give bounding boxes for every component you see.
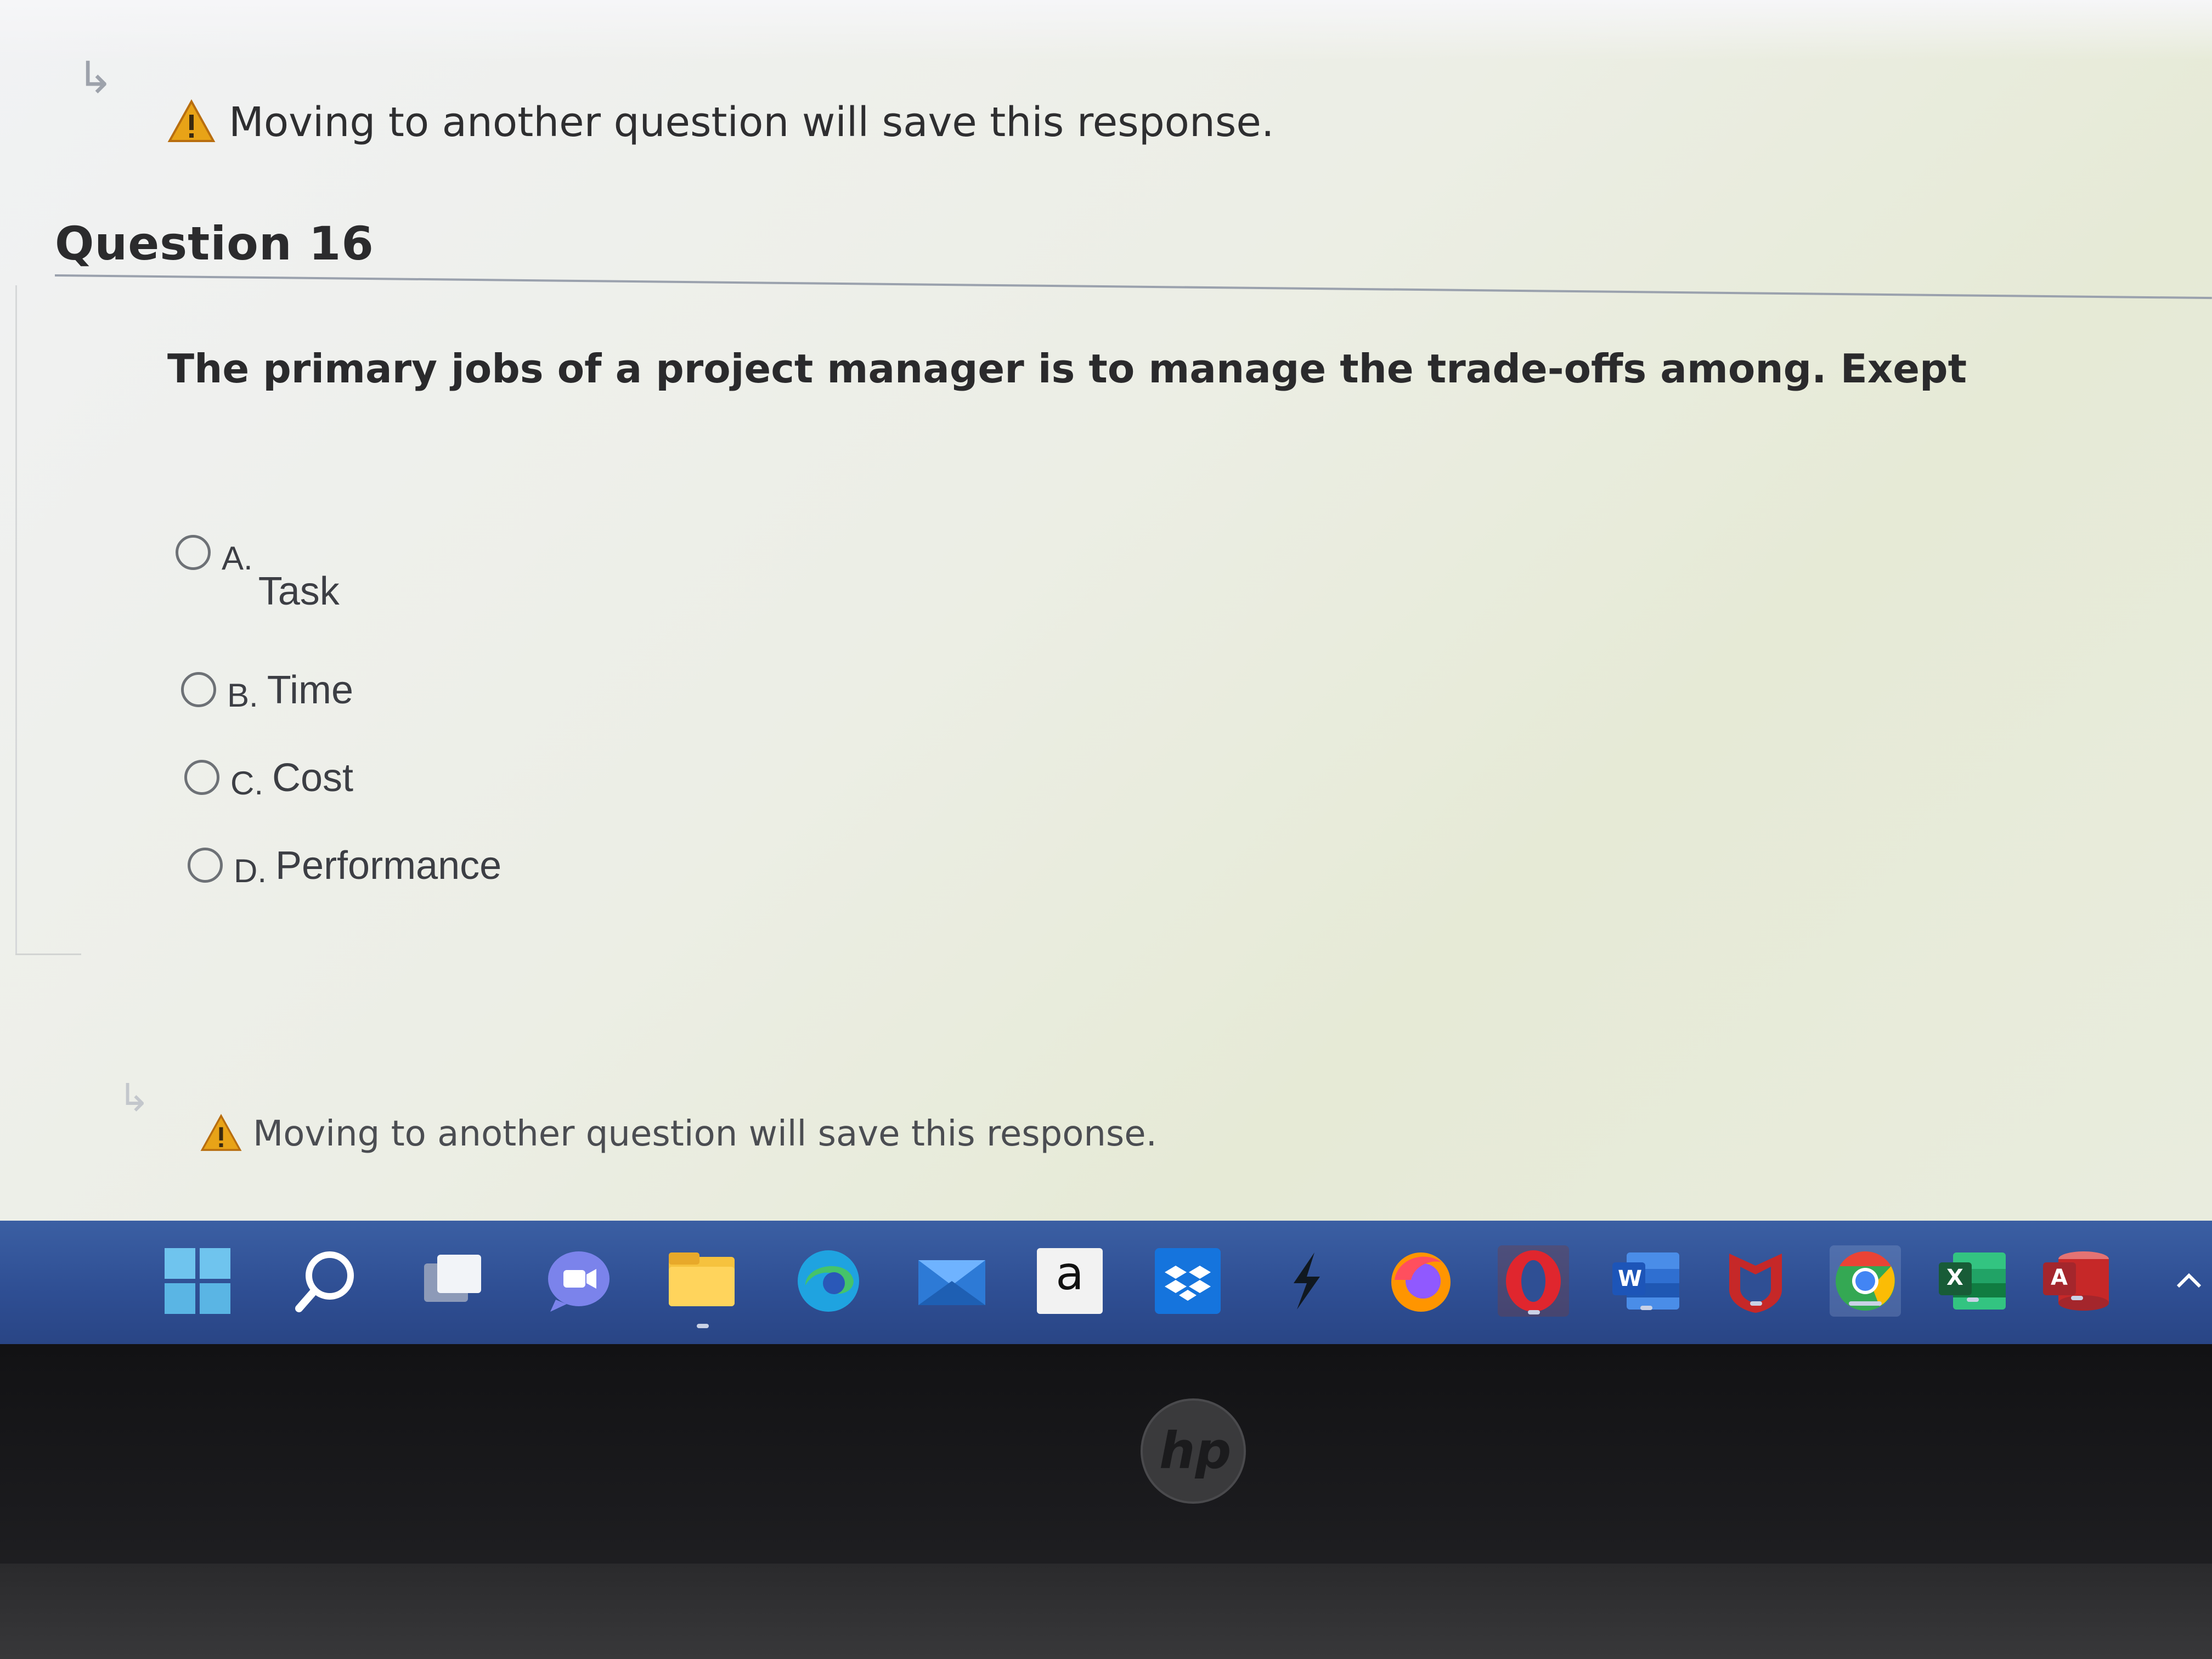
- radio-button[interactable]: [181, 672, 216, 707]
- radio-button[interactable]: [184, 760, 219, 795]
- firefox-icon[interactable]: [1385, 1245, 1457, 1317]
- option-label: Performance: [275, 844, 502, 888]
- opera-icon[interactable]: [1498, 1245, 1569, 1317]
- option-a[interactable]: A. Task: [176, 535, 340, 614]
- mail-icon[interactable]: [916, 1245, 988, 1317]
- warning-icon: [200, 1114, 242, 1154]
- file-explorer-icon[interactable]: [667, 1245, 738, 1317]
- running-indicator: [1967, 1297, 1979, 1302]
- running-indicator: [1750, 1301, 1762, 1306]
- question-title: Question 16: [55, 217, 374, 270]
- chrome-icon[interactable]: [1830, 1245, 1901, 1317]
- amazon-icon[interactable]: a: [1034, 1245, 1105, 1317]
- option-letter: D.: [234, 853, 267, 889]
- running-indicator: [2071, 1296, 2083, 1300]
- option-letter: C.: [230, 765, 263, 802]
- edge-icon[interactable]: [793, 1245, 864, 1317]
- access-letter: A: [2051, 1265, 2068, 1290]
- save-warning-bottom: Moving to another question will save thi…: [200, 1114, 1157, 1154]
- option-label: Task: [258, 569, 340, 613]
- option-label: Time: [267, 668, 354, 712]
- running-indicator: [1640, 1306, 1652, 1310]
- word-letter: W: [1618, 1266, 1643, 1291]
- radio-button[interactable]: [176, 535, 211, 570]
- hp-logo: hp: [1138, 1396, 1248, 1506]
- question-container-edge: [15, 953, 81, 955]
- option-letter: A.: [222, 540, 253, 577]
- option-d[interactable]: D. Performance: [188, 844, 501, 890]
- option-letter: B.: [227, 677, 258, 714]
- running-indicator: [1528, 1310, 1540, 1314]
- teams-chat-icon[interactable]: [543, 1245, 614, 1317]
- mcafee-icon[interactable]: [1720, 1245, 1791, 1317]
- chevron-up-icon[interactable]: [2167, 1245, 2211, 1317]
- running-indicator: [697, 1324, 709, 1328]
- dropbox-icon[interactable]: [1152, 1245, 1223, 1317]
- spike-icon[interactable]: [1270, 1245, 1341, 1317]
- running-indicator: [1849, 1301, 1882, 1306]
- excel-letter: X: [1946, 1265, 1963, 1290]
- windows-start-icon[interactable]: [162, 1245, 233, 1317]
- return-arrow-icon: ↳: [77, 52, 114, 103]
- save-warning-text: Moving to another question will save thi…: [229, 99, 1274, 146]
- excel-icon[interactable]: X: [1937, 1245, 2008, 1317]
- screen: ↳ Moving to another question will save t…: [0, 0, 2212, 1221]
- page-top-edge: [0, 0, 2212, 60]
- option-label: Cost: [272, 756, 354, 800]
- amazon-letter: a: [1056, 1246, 1084, 1300]
- question-text: The primary jobs of a project manager is…: [167, 346, 1967, 392]
- laptop-bezel-edge: [0, 1564, 2212, 1659]
- radio-button[interactable]: [188, 848, 223, 883]
- option-b[interactable]: B. Time: [181, 668, 353, 714]
- search-icon[interactable]: [291, 1245, 362, 1317]
- option-c[interactable]: C. Cost: [184, 756, 353, 802]
- save-warning-top: Moving to another question will save thi…: [167, 99, 1274, 146]
- return-arrow-icon: ↳: [118, 1075, 150, 1120]
- access-icon[interactable]: A: [2041, 1245, 2112, 1317]
- task-view-icon[interactable]: [417, 1245, 488, 1317]
- save-warning-text: Moving to another question will save thi…: [253, 1114, 1157, 1154]
- hp-logo-text: hp: [1159, 1421, 1232, 1480]
- warning-icon: [167, 99, 216, 145]
